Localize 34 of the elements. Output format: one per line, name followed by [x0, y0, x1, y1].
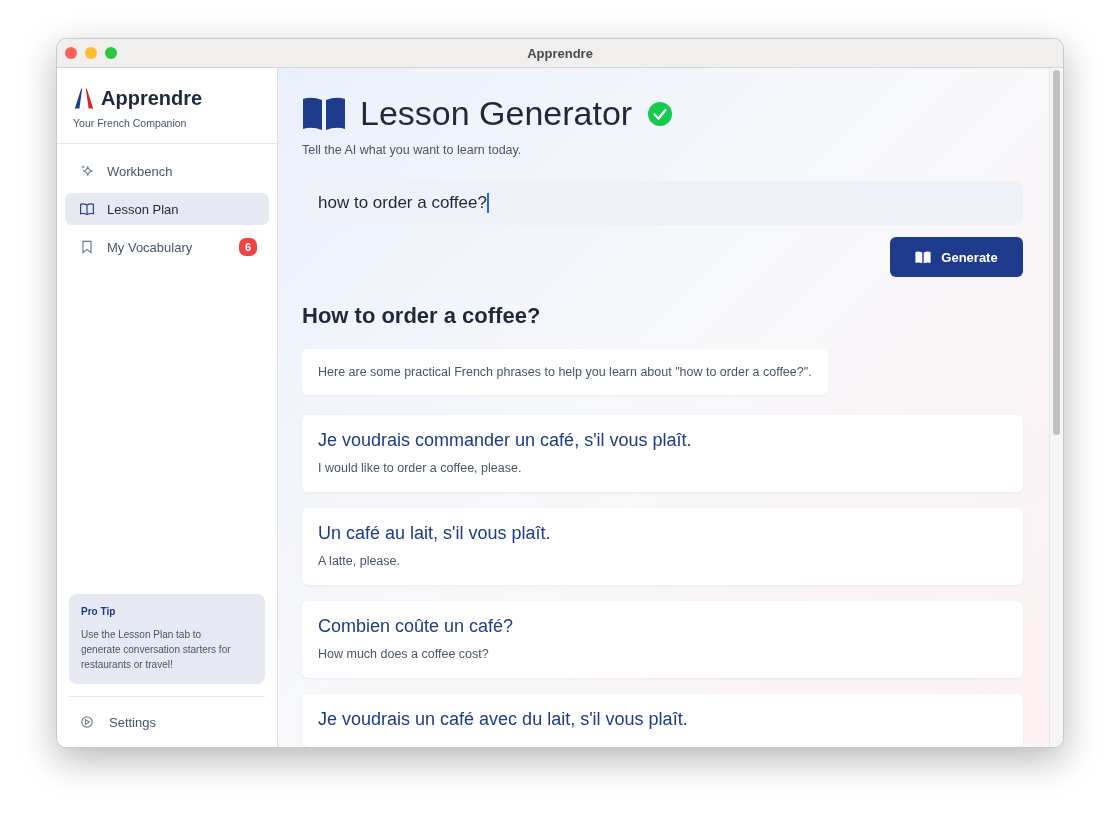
scroll-thumb[interactable] — [1053, 70, 1060, 435]
phrase-french: Je voudrais commander un café, s'il vous plaît. — [318, 430, 693, 451]
page-subtitle: Tell the AI what you want to learn today. — [302, 143, 523, 157]
sidebar-item[interactable]: Lesson Plan — [65, 193, 269, 225]
close-button[interactable] — [65, 47, 77, 59]
minimize-button[interactable] — [85, 47, 97, 59]
book-icon — [302, 95, 346, 132]
window-title: Apprendre — [527, 45, 593, 61]
phrase-french: Un café au lait, s'il vous plaît. — [318, 523, 552, 544]
tip-text: Use the Lesson Plan tab to generate conversation starters for restaurants or travel! — [81, 628, 232, 672]
phrase-english: How much does a coffee cost? — [318, 647, 490, 661]
zoom-button[interactable] — [105, 47, 117, 59]
book-icon — [915, 250, 932, 264]
app-tagline: Your French Companion — [73, 117, 188, 129]
count-badge: 6 — [239, 238, 257, 256]
book-icon — [79, 201, 95, 217]
app-name: Apprendre — [101, 87, 203, 110]
tip-title: Pro Tip — [81, 606, 117, 617]
phrase-french: Je voudrais un café avec du lait, s'il vous plaît. — [318, 709, 689, 730]
phrase-french: Combien coûte un café? — [318, 616, 515, 637]
prompt-field[interactable]: how to order a coffee? — [302, 181, 1023, 225]
settings-icon — [79, 714, 95, 730]
sidebar-item[interactable]: My Vocabulary 6 — [65, 231, 269, 263]
page-title: Lesson Generator — [360, 94, 633, 133]
sidebar-item[interactable]: Workbench — [65, 155, 269, 187]
bookmark-icon — [79, 239, 95, 255]
logo-icon — [73, 86, 95, 111]
phrase-english: I would like to order a coffee, please. — [318, 461, 523, 475]
lesson-title: How to order a coffee? — [302, 303, 542, 329]
scrollbar[interactable] — [1049, 68, 1063, 747]
settings-item[interactable]: Settings — [69, 696, 265, 747]
phrase-english: A latte, please. — [318, 554, 401, 568]
generate-button[interactable]: Generate — [890, 237, 1023, 277]
intro-text: Here are some practical French phrases to help you learn about "how to order a coffee?". — [318, 365, 812, 379]
